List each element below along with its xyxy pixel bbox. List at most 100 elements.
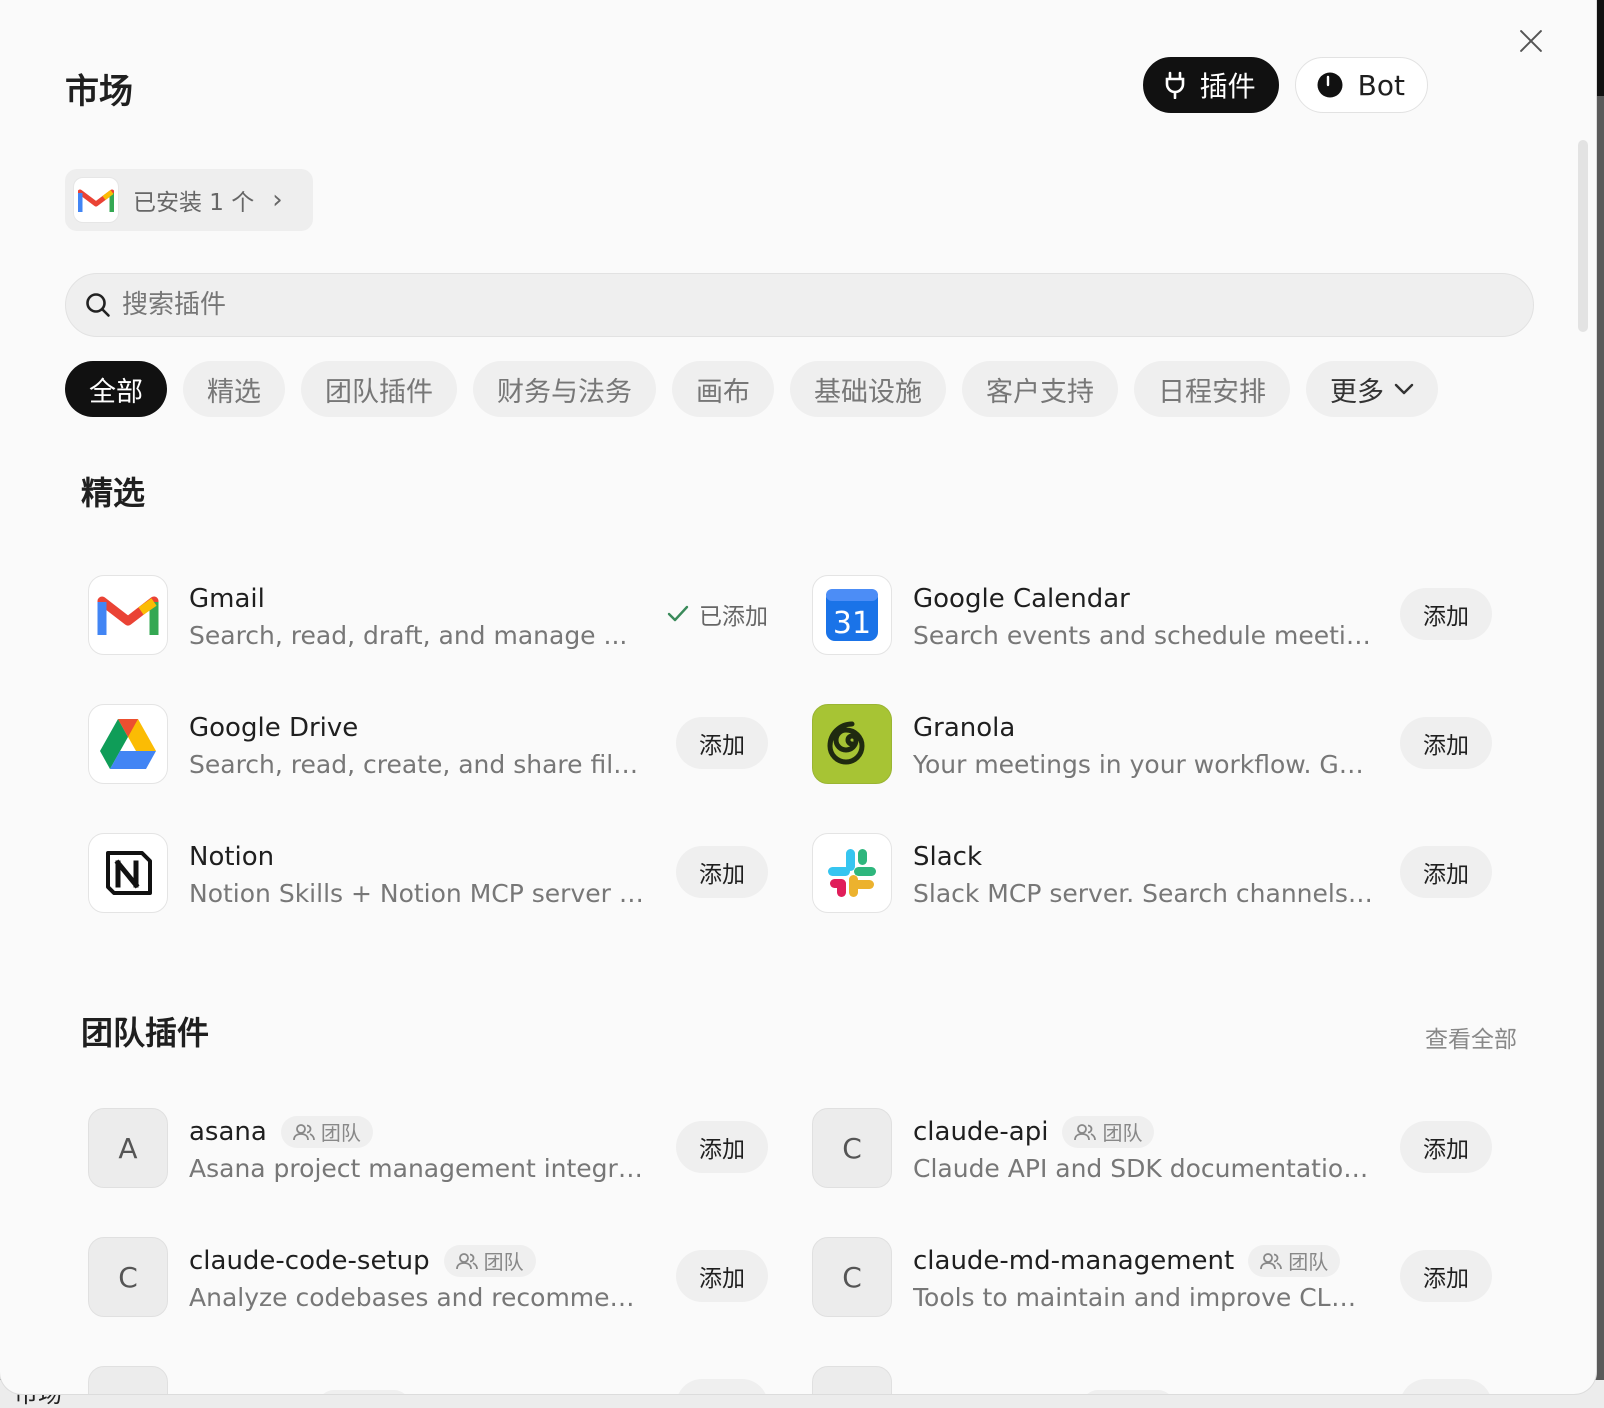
plugin-card-claude-api[interactable]: C claude-api 团队 Claude API and SDK docum…	[812, 1106, 1492, 1190]
view-all-link[interactable]: 查看全部	[1425, 1020, 1517, 1054]
gmail-icon	[73, 177, 119, 223]
add-button[interactable]: 添加	[1400, 846, 1492, 898]
plugin-card-cwc-makers[interactable]: C cwc-makers 团队 添加	[812, 1364, 1492, 1394]
tab-all[interactable]: 全部	[65, 361, 167, 417]
add-button[interactable]: 添加	[676, 717, 768, 769]
mode-toggle: 插件 Bot	[1142, 57, 1428, 113]
team-badge: 团队	[1062, 1115, 1155, 1148]
close-button[interactable]	[1516, 26, 1546, 56]
add-button[interactable]: 添加	[1400, 717, 1492, 769]
plugin-desc: Search events and schedule meetin...	[913, 620, 1373, 650]
team-badge: 团队	[280, 1115, 373, 1148]
tab-scheduling[interactable]: 日程安排	[1134, 361, 1290, 417]
plugin-card-claude-md-management[interactable]: C claude-md-management 团队 Tools to maint…	[812, 1235, 1492, 1319]
team-badge: 团队	[443, 1244, 536, 1277]
marketplace-modal: 市场 插件 Bot 已安装 1 个 › 全部 精选 团队插件 财务与法务 画布 …	[0, 0, 1596, 1394]
featured-section-title: 精选	[81, 474, 146, 512]
chevron-right-icon: ›	[272, 185, 283, 215]
users-icon	[1260, 1252, 1283, 1269]
team-section-title: 团队插件	[81, 1014, 210, 1052]
plugin-card-context7[interactable]: C context7 团队 添加	[88, 1364, 768, 1394]
tab-featured[interactable]: 精选	[183, 361, 285, 417]
plugin-name: asana	[189, 1116, 267, 1147]
search-icon	[86, 293, 110, 317]
tab-plugins-label: 插件	[1199, 70, 1256, 103]
add-button[interactable]: 添加	[676, 1379, 768, 1394]
plugin-name: Google Drive	[189, 712, 359, 743]
letter-avatar: A	[88, 1108, 168, 1188]
add-button[interactable]: 添加	[1400, 1121, 1492, 1173]
search-bar	[65, 273, 1534, 337]
plugin-desc: Search, read, create, and share files.	[189, 749, 649, 779]
plugin-name: cwc-makers	[913, 1391, 1068, 1394]
plugin-name: claude-api	[913, 1116, 1049, 1147]
installed-chip[interactable]: 已安装 1 个 ›	[65, 169, 313, 231]
chevron-down-icon	[1394, 383, 1414, 395]
bot-icon	[1317, 72, 1343, 98]
team-badge: 团队	[1081, 1390, 1174, 1395]
google-calendar-icon: 31	[812, 575, 892, 655]
check-icon	[667, 605, 689, 622]
added-status: 已添加	[667, 597, 768, 631]
gmail-icon	[88, 575, 168, 655]
plugin-card-google-drive[interactable]: Google Drive Search, read, create, and s…	[88, 702, 768, 786]
plugin-desc: Your meetings in your workflow. Gra...	[913, 749, 1373, 779]
plugin-name: Google Calendar	[913, 583, 1130, 614]
plugin-desc: Claude API and SDK documentation ...	[913, 1153, 1373, 1183]
add-button[interactable]: 添加	[1400, 588, 1492, 640]
background-window-edge	[1596, 0, 1604, 96]
plugin-card-notion[interactable]: Notion Notion Skills + Notion MCP server…	[88, 831, 768, 915]
add-button[interactable]: 添加	[1400, 1379, 1492, 1394]
search-input[interactable]	[122, 290, 1422, 320]
scrollbar[interactable]	[1578, 140, 1588, 332]
plugin-card-claude-code-setup[interactable]: C claude-code-setup 团队 Analyze codebases…	[88, 1235, 768, 1319]
team-badge-label: 团队	[1122, 1392, 1162, 1395]
tab-plugins[interactable]: 插件	[1142, 57, 1279, 113]
plugin-name: claude-code-setup	[189, 1245, 430, 1276]
plugin-card-gmail[interactable]: Gmail Search, read, draft, and manage ..…	[88, 573, 768, 657]
plugin-desc: Tools to maintain and improve CLAU...	[913, 1282, 1373, 1312]
tab-bot-label: Bot	[1357, 68, 1405, 102]
plugin-card-google-calendar[interactable]: 31 Google Calendar Search events and sch…	[812, 573, 1492, 657]
letter-avatar: C	[812, 1108, 892, 1188]
tab-canvas[interactable]: 画布	[672, 361, 774, 417]
users-icon	[292, 1123, 315, 1140]
tab-team-plugins[interactable]: 团队插件	[301, 361, 457, 417]
category-tabs: 全部 精选 团队插件 财务与法务 画布 基础设施 客户支持 日程安排 更多	[65, 361, 1438, 417]
plugin-name: claude-md-management	[913, 1245, 1235, 1276]
plugin-name: Gmail	[189, 583, 265, 614]
google-drive-icon	[88, 704, 168, 784]
tab-infrastructure[interactable]: 基础设施	[790, 361, 946, 417]
team-badge: 团队	[317, 1390, 410, 1394]
plugin-name: Notion	[189, 841, 275, 872]
team-badge-label: 团队	[483, 1250, 524, 1274]
plugin-card-granola[interactable]: Granola Your meetings in your workflow. …	[812, 702, 1492, 786]
plugin-card-slack[interactable]: Slack Slack MCP server. Search channels,…	[812, 831, 1492, 915]
tab-more[interactable]: 更多	[1306, 361, 1438, 417]
letter-avatar: C	[88, 1237, 168, 1317]
plugin-name: context7	[189, 1391, 304, 1394]
plugin-desc: Asana project management integrati...	[189, 1153, 649, 1183]
plugin-name: Granola	[913, 712, 1016, 743]
team-badge-label: 团队	[1288, 1250, 1329, 1274]
notion-icon	[88, 833, 168, 913]
letter-avatar: C	[812, 1237, 892, 1317]
team-badge-label: 团队	[320, 1121, 361, 1145]
calendar-date-text: 31	[833, 606, 871, 641]
added-label: 已添加	[699, 604, 768, 630]
add-button[interactable]: 添加	[676, 1121, 768, 1173]
tab-bot[interactable]: Bot	[1294, 57, 1428, 113]
plugin-name: Slack	[913, 841, 983, 872]
add-button[interactable]: 添加	[676, 846, 768, 898]
users-icon	[455, 1252, 478, 1269]
tab-customer-support[interactable]: 客户支持	[962, 361, 1118, 417]
plugin-card-asana[interactable]: A asana 团队 Asana project management inte…	[88, 1106, 768, 1190]
plugin-desc: Notion Skills + Notion MCP server p...	[189, 878, 649, 908]
letter-avatar: C	[812, 1366, 892, 1394]
slack-icon	[812, 833, 892, 913]
add-button[interactable]: 添加	[676, 1250, 768, 1302]
tab-finance-legal[interactable]: 财务与法务	[473, 361, 656, 417]
team-badge-label: 团队	[1102, 1121, 1143, 1145]
plugin-desc: Search, read, draft, and manage ...	[189, 620, 628, 650]
add-button[interactable]: 添加	[1400, 1250, 1492, 1302]
